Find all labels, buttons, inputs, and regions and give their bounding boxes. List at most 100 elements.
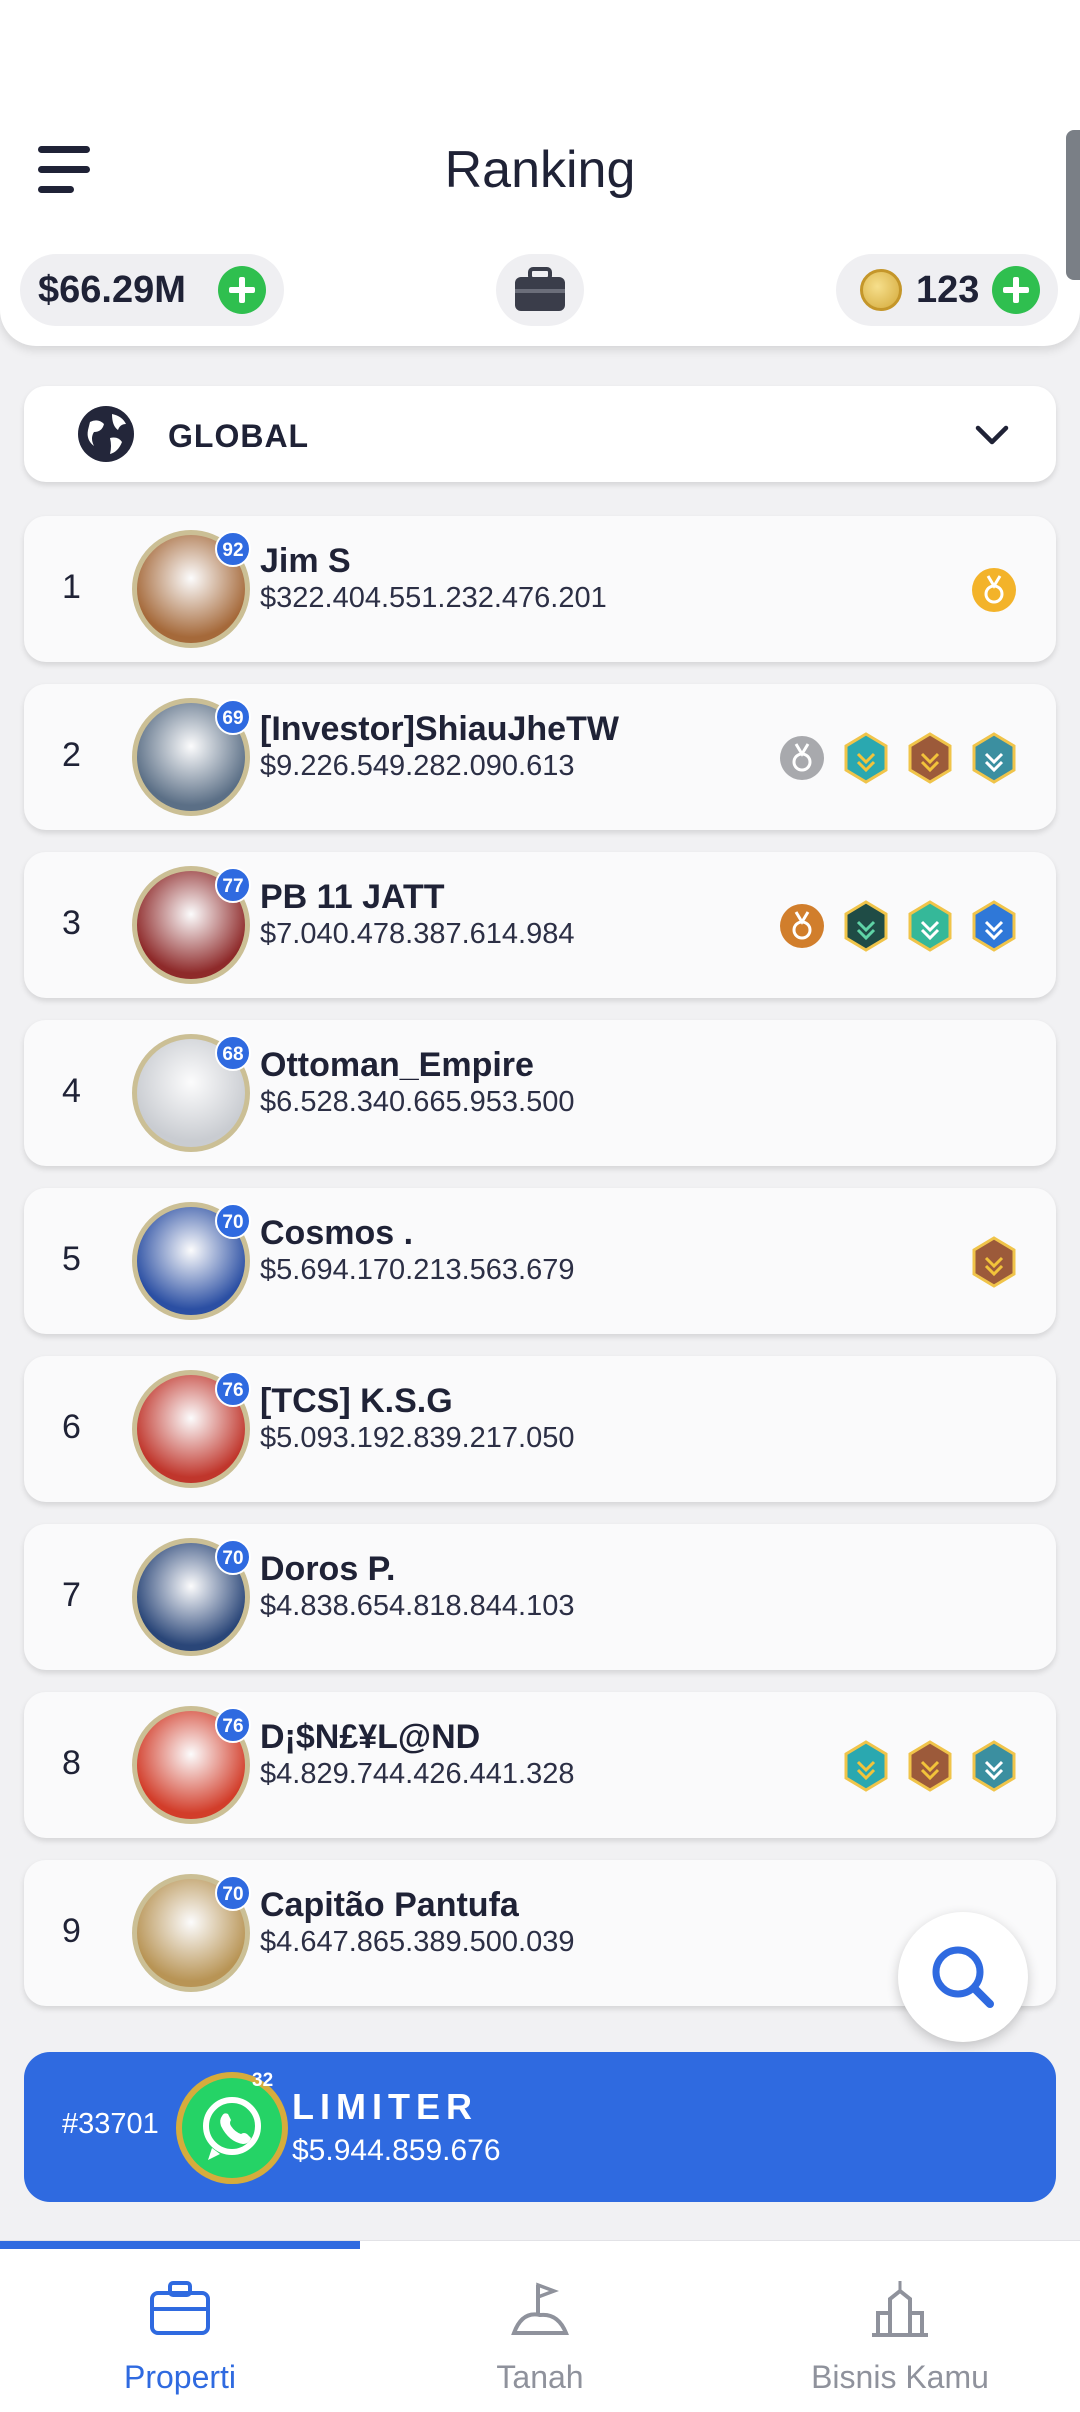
player-avatar[interactable]: 70 xyxy=(132,1202,251,1320)
add-money-button[interactable] xyxy=(218,266,266,314)
player-name: [TCS] K.S.G xyxy=(260,1382,453,1420)
player-avatar[interactable]: 92 xyxy=(132,530,251,648)
level-badge: 70 xyxy=(215,1539,251,1575)
region-dropdown[interactable]: GLOBAL xyxy=(24,386,1056,482)
achievement-badges xyxy=(970,1236,1018,1293)
ranking-row[interactable]: 4 68 Ottoman_Empire $6.528.340.665.953.500 xyxy=(24,1020,1056,1166)
player-avatar[interactable]: 70 xyxy=(132,1874,251,1992)
ranking-row[interactable]: 6 76 [TCS] K.S.G $5.093.192.839.217.050 xyxy=(24,1356,1056,1502)
ranking-row[interactable]: 7 70 Doros P. $4.838.654.818.844.103 xyxy=(24,1524,1056,1670)
player-avatar[interactable]: 77 xyxy=(132,866,251,984)
level-badge: 68 xyxy=(215,1035,251,1071)
globe-icon xyxy=(78,406,134,462)
achievement-badges xyxy=(970,564,1018,621)
player-value: $5.093.192.839.217.050 xyxy=(260,1422,575,1454)
player-name: PB 11 JATT xyxy=(260,878,445,916)
search-icon xyxy=(932,1946,994,2008)
player-value: $6.528.340.665.953.500 xyxy=(260,1086,575,1118)
tab-label: Tanah xyxy=(496,2359,584,2395)
bottom-nav: Properti Tanah Bisnis Kamu xyxy=(0,2240,1080,2412)
coin-value: 123 xyxy=(916,268,980,311)
player-value: $5.694.170.213.563.679 xyxy=(260,1254,575,1286)
portfolio-button[interactable] xyxy=(496,254,584,326)
dark-chevron-hex-icon xyxy=(842,900,890,957)
rank-number: 8 xyxy=(62,1744,81,1782)
level-badge: 92 xyxy=(215,531,251,567)
my-value: $5.944.859.676 xyxy=(292,2134,501,2167)
level-badge: 76 xyxy=(215,1707,251,1743)
achievement-badges xyxy=(778,732,1018,789)
coin-balance: 123 xyxy=(836,254,1058,326)
land-flag-icon xyxy=(511,2282,569,2335)
player-value: $9.226.549.282.090.613 xyxy=(260,750,575,782)
money-value: $66.29M xyxy=(38,268,186,311)
teal-hex-icon xyxy=(842,732,890,789)
player-value: $7.040.478.387.614.984 xyxy=(260,918,575,950)
my-rank-bar[interactable]: #33701 32 LIMITER $5.944.859.676 xyxy=(24,2052,1056,2202)
briefcase-icon xyxy=(515,267,565,311)
search-button[interactable] xyxy=(898,1912,1028,2042)
coin-icon xyxy=(860,269,902,311)
gold-medal-icon xyxy=(970,564,1018,621)
player-name: D¡$N£¥L@ND xyxy=(260,1718,481,1756)
player-name: Capitão Pantufa xyxy=(260,1886,519,1924)
rank-number: 3 xyxy=(62,904,81,942)
player-avatar[interactable]: 70 xyxy=(132,1538,251,1656)
player-name: Ottoman_Empire xyxy=(260,1046,534,1084)
scrollbar[interactable] xyxy=(1066,130,1080,280)
level-badge: 76 xyxy=(215,1371,251,1407)
region-label: GLOBAL xyxy=(168,418,310,454)
tab-properti[interactable]: Properti xyxy=(0,2241,360,2412)
blue-chevron-hex-icon xyxy=(970,900,1018,957)
ranking-row[interactable]: 2 69 [Investor]ShiauJheTW $9.226.549.282.09… xyxy=(24,684,1056,830)
player-value: $4.829.744.426.441.328 xyxy=(260,1758,575,1790)
level-badge: 70 xyxy=(215,1875,251,1911)
page-title: Ranking xyxy=(444,141,636,199)
top-header: Ranking $66.29M 123 xyxy=(0,0,1080,346)
player-name: [Investor]ShiauJheTW xyxy=(260,710,619,748)
tab-tanah[interactable]: Tanah xyxy=(360,2241,720,2412)
achievement-badges xyxy=(778,900,1018,957)
bronze-hex-icon xyxy=(906,732,954,789)
player-value: $4.838.654.818.844.103 xyxy=(260,1590,575,1622)
bronze-hex-icon xyxy=(970,1236,1018,1293)
ranking-row[interactable]: 1 92 Jim S $322.404.551.232.476.201 xyxy=(24,516,1056,662)
add-coins-button[interactable] xyxy=(992,266,1040,314)
chevron-hex-icon xyxy=(970,1740,1018,1797)
my-name: LIMITER xyxy=(292,2086,478,2127)
rank-number: 7 xyxy=(62,1576,81,1614)
tab-label: Properti xyxy=(123,2359,237,2395)
money-balance: $66.29M xyxy=(20,254,284,326)
player-value: $322.404.551.232.476.201 xyxy=(260,582,607,614)
player-avatar[interactable]: 69 xyxy=(132,698,251,816)
level-badge: 69 xyxy=(215,699,251,735)
rank-number: 1 xyxy=(62,568,81,606)
teal-hex-icon xyxy=(842,1740,890,1797)
ranking-row[interactable]: 8 76 D¡$N£¥L@ND $4.829.744.426.441.328 xyxy=(24,1692,1056,1838)
green-hex-icon xyxy=(906,900,954,957)
rank-number: 5 xyxy=(62,1240,81,1278)
whatsapp-icon xyxy=(203,2097,261,2160)
my-level-badge: 32 xyxy=(252,2070,274,2091)
player-name: Doros P. xyxy=(260,1550,396,1588)
level-badge: 70 xyxy=(215,1203,251,1239)
rank-number: 4 xyxy=(62,1072,81,1110)
silver-medal-icon xyxy=(778,732,826,789)
ranking-row[interactable]: 5 70 Cosmos . $5.694.170.213.563.679 xyxy=(24,1188,1056,1334)
rank-number: 2 xyxy=(62,736,81,774)
ranking-row[interactable]: 3 77 PB 11 JATT $7.040.478.387.614.984 xyxy=(24,852,1056,998)
player-avatar[interactable]: 76 xyxy=(132,1706,251,1824)
bronze-hex-icon xyxy=(906,1740,954,1797)
player-avatar[interactable]: 76 xyxy=(132,1370,251,1488)
chevron-down-icon xyxy=(975,425,1009,445)
chevron-hex-icon xyxy=(970,732,1018,789)
player-name: Jim S xyxy=(260,542,351,580)
rank-number: 9 xyxy=(62,1912,81,1950)
bronze-medal-icon xyxy=(778,900,826,957)
briefcase-icon xyxy=(150,2281,210,2335)
player-value: $4.647.865.389.500.039 xyxy=(260,1926,575,1958)
building-icon xyxy=(872,2281,928,2337)
achievement-badges xyxy=(842,1740,1018,1797)
tab-bisnis-kamu[interactable]: Bisnis Kamu xyxy=(720,2241,1080,2412)
player-avatar[interactable]: 68 xyxy=(132,1034,251,1152)
